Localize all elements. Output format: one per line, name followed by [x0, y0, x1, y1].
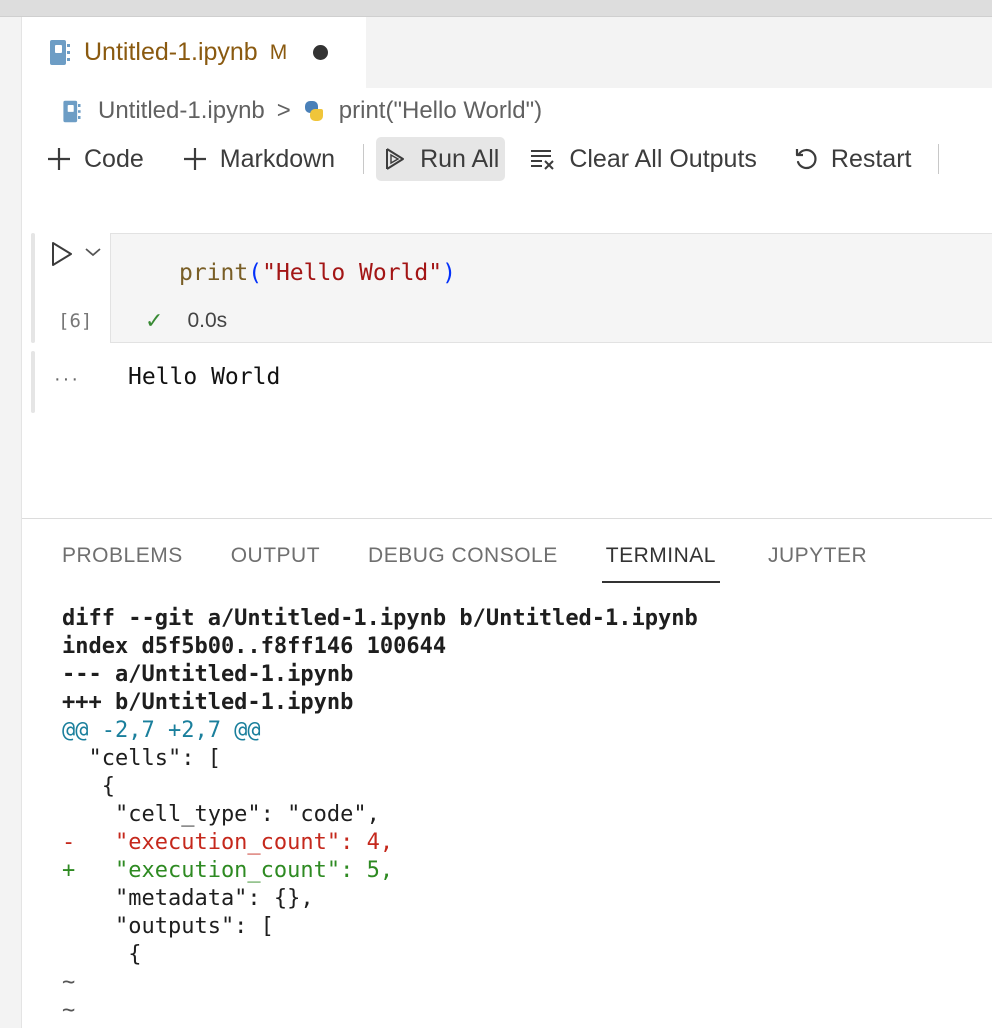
terminal-line: ~	[62, 998, 76, 1023]
output-actions-icon[interactable]: ···	[54, 368, 80, 391]
tab-terminal[interactable]: TERMINAL	[601, 539, 720, 583]
code-line[interactable]: print("Hello World")	[179, 260, 456, 286]
add-markdown-cell-button[interactable]: Markdown	[176, 137, 341, 181]
plus-icon	[46, 146, 72, 172]
terminal-line: +++ b/Untitled-1.ipynb	[62, 690, 354, 715]
tab-output[interactable]: OUTPUT	[231, 539, 320, 583]
breadcrumb-file[interactable]: Untitled-1.ipynb	[98, 97, 265, 125]
toolbar-divider	[363, 144, 365, 174]
run-all-label: Run All	[420, 144, 500, 173]
clear-outputs-label: Clear All Outputs	[569, 144, 757, 173]
bottom-panel: PROBLEMS OUTPUT DEBUG CONSOLE TERMINAL JUPYT…	[22, 518, 992, 1028]
unsaved-dot-icon[interactable]	[313, 45, 329, 60]
panel-tab-bar: PROBLEMS OUTPUT DEBUG CONSOLE TERMINAL JUPYT…	[62, 539, 915, 583]
cell-focus-indicator[interactable]	[31, 233, 35, 343]
tab-debug-console[interactable]: DEBUG CONSOLE	[368, 539, 558, 583]
terminal-line: - "execution_count": 4,	[62, 830, 394, 855]
output-focus-indicator[interactable]	[31, 351, 35, 413]
add-code-cell-button[interactable]: Code	[40, 137, 150, 181]
check-icon: ✓	[145, 308, 164, 333]
markdown-button-label: Markdown	[219, 144, 336, 173]
terminal-line: "cell_type": "code",	[62, 802, 380, 827]
breadcrumb-separator: >	[276, 97, 291, 124]
tab-untitled-notebook[interactable]: Untitled-1.ipynb M	[22, 17, 366, 88]
chevron-down-icon[interactable]	[84, 245, 102, 263]
code-token-function: print	[179, 260, 249, 286]
code-token-paren-close: )	[442, 260, 456, 286]
cell-execution-status: ✓ 0.0s	[145, 308, 227, 334]
notebook-toolbar: Code Markdown Run All Clear All Outputs …	[40, 136, 951, 182]
tab-filename: Untitled-1.ipynb	[84, 38, 258, 66]
code-cell-editor[interactable]: print("Hello World") ✓ 0.0s	[110, 233, 992, 343]
run-all-button[interactable]: Run All	[376, 137, 506, 181]
terminal-line: "outputs": [	[62, 914, 274, 939]
terminal-line: {	[62, 942, 142, 967]
run-all-icon	[382, 146, 408, 172]
restart-label: Restart	[830, 144, 912, 173]
python-icon	[303, 100, 325, 122]
activity-gutter	[0, 17, 22, 1028]
clear-outputs-icon	[529, 146, 557, 172]
editor-tab-bar: Untitled-1.ipynb M	[22, 17, 992, 88]
run-cell-icon[interactable]	[50, 240, 74, 273]
code-token-paren-open: (	[248, 260, 263, 286]
breadcrumb-cell[interactable]: print("Hello World")	[339, 97, 542, 125]
execution-count: [6]	[58, 310, 93, 332]
restart-kernel-button[interactable]: Restart	[787, 137, 918, 181]
plus-icon	[182, 146, 208, 172]
notebook-icon	[63, 100, 81, 122]
terminal-line: --- a/Untitled-1.ipynb	[62, 662, 354, 687]
window-top-strip	[0, 0, 992, 17]
terminal-line: + "execution_count": 5,	[62, 858, 394, 883]
code-button-label: Code	[84, 144, 144, 173]
cell-output: Hello World	[128, 364, 281, 390]
terminal-line: index d5f5b00..f8ff146 100644	[62, 634, 447, 659]
restart-icon	[793, 146, 819, 172]
terminal-line: {	[62, 774, 115, 799]
terminal-line: ~	[62, 970, 76, 995]
breadcrumb: Untitled-1.ipynb > print("Hello World")	[62, 92, 542, 130]
toolbar-divider	[937, 144, 939, 174]
clear-all-outputs-button[interactable]: Clear All Outputs	[523, 137, 763, 181]
terminal-output[interactable]: diff --git a/Untitled-1.ipynb b/Untitled…	[62, 605, 698, 1025]
tab-jupyter[interactable]: JUPYTER	[768, 539, 867, 583]
tab-modified-badge: M	[269, 40, 288, 64]
tab-problems[interactable]: PROBLEMS	[62, 539, 183, 583]
code-token-string: "Hello World"	[262, 260, 443, 286]
terminal-line: "cells": [	[62, 746, 221, 771]
terminal-line: "metadata": {},	[62, 886, 314, 911]
execution-duration: 0.0s	[187, 309, 228, 332]
terminal-line: diff --git a/Untitled-1.ipynb b/Untitled…	[62, 606, 698, 631]
notebook-icon	[50, 40, 70, 65]
terminal-line: @@ -2,7 +2,7 @@	[62, 718, 261, 743]
